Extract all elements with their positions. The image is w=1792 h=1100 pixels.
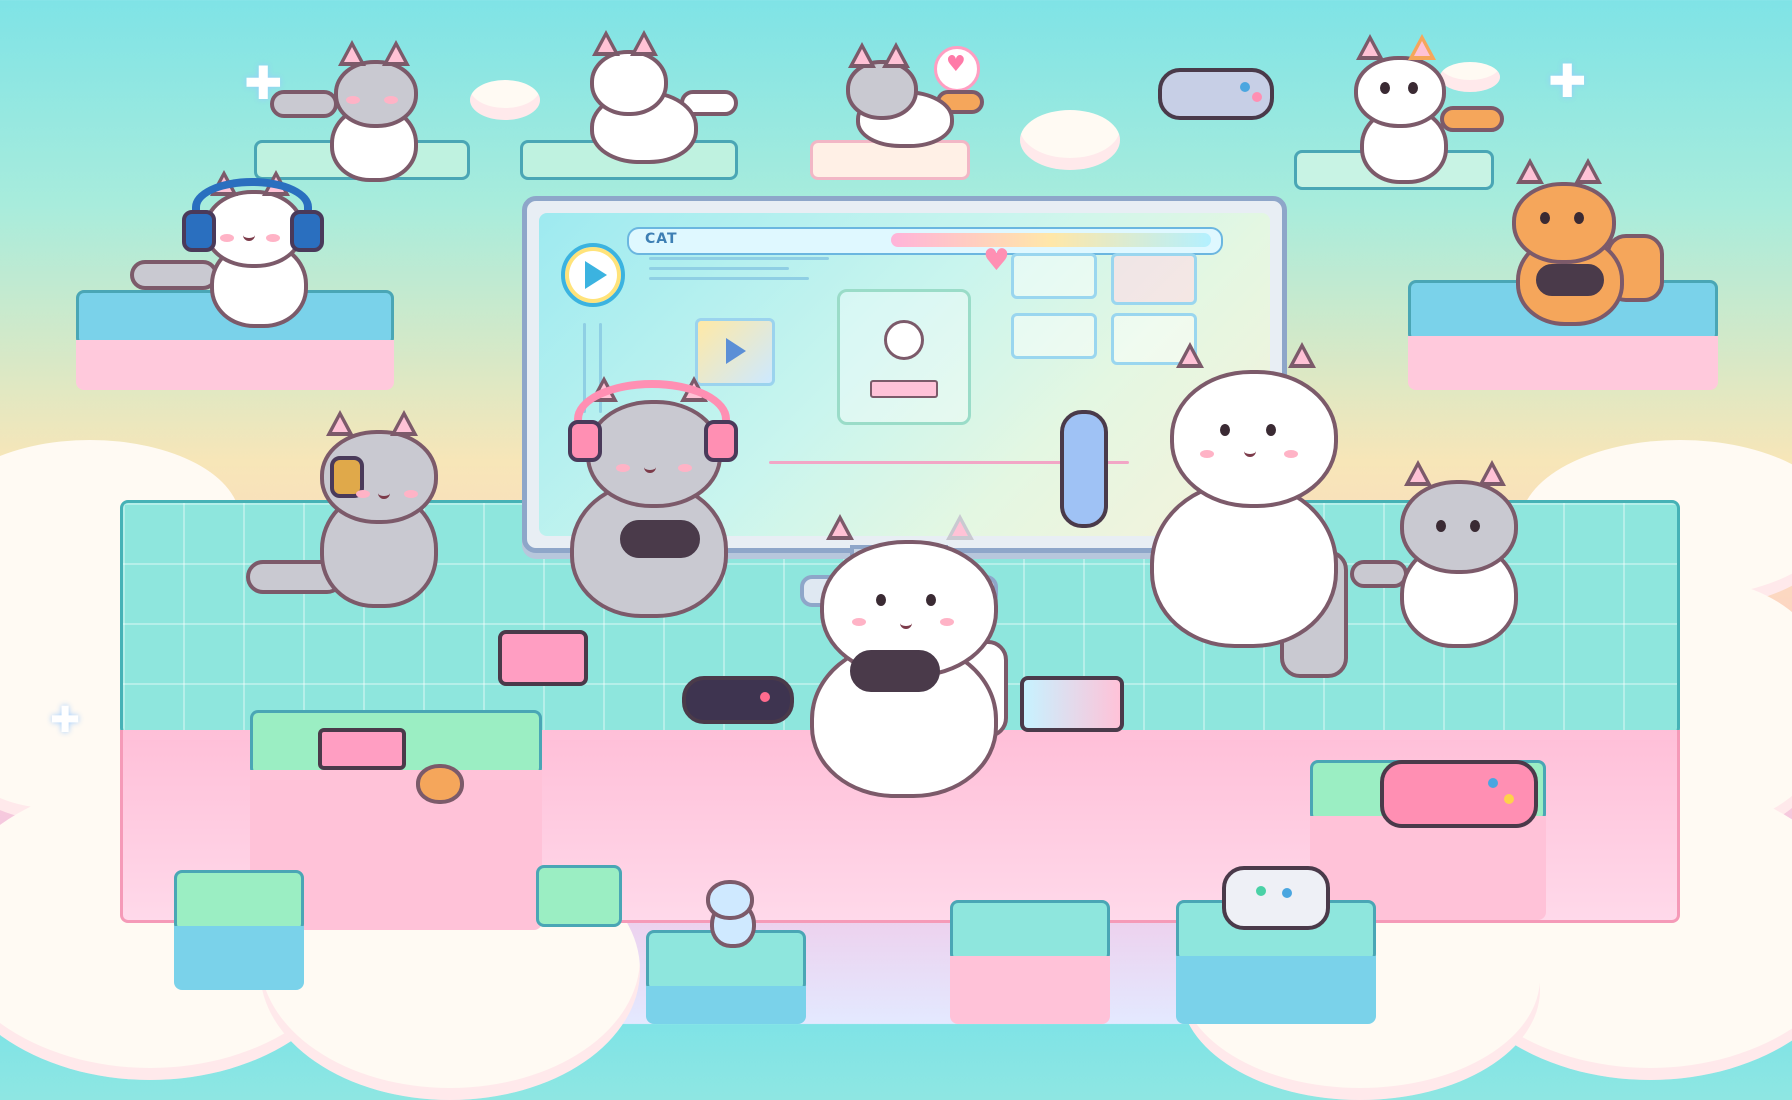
cat-orange-gaming	[1486, 158, 1664, 326]
cat-headphones-blue	[130, 170, 330, 330]
cat-tiny-orange	[416, 754, 466, 804]
cat-gaming-top	[836, 42, 984, 150]
controller-icon	[1158, 68, 1274, 120]
cat-holding-controller	[1060, 342, 1370, 680]
floating-platform	[536, 865, 622, 927]
handheld-console-icon	[498, 630, 588, 686]
cat-calico-sitting	[1330, 34, 1504, 184]
cat-center-gaming	[790, 514, 1030, 798]
cat-headphones-gold	[246, 410, 460, 610]
sparkle-icon: ✚	[1548, 54, 1587, 108]
floating-platform	[174, 870, 304, 990]
screen-titlebar: CAT	[627, 227, 1223, 255]
tablet-icon	[1020, 676, 1124, 732]
play-icon[interactable]	[561, 243, 625, 307]
heart-icon: ♥	[983, 243, 1010, 278]
cat-pink-headphones	[560, 376, 750, 620]
ui-widget[interactable]	[1011, 313, 1097, 359]
ui-widget[interactable]	[1011, 253, 1097, 299]
controller-icon	[1380, 760, 1538, 828]
titlebar-progress-bar	[891, 233, 1211, 247]
controller-icon	[682, 676, 794, 724]
cat-sitting-white	[570, 30, 738, 164]
cat-stretching	[270, 40, 440, 182]
cat-tabby-right	[1350, 460, 1540, 650]
floating-platform	[950, 900, 1110, 1024]
ui-widget[interactable]	[1111, 253, 1197, 305]
cat-preview-card[interactable]	[837, 289, 971, 425]
sparkle-icon: ✚	[50, 700, 81, 741]
controller-icon	[1222, 866, 1330, 930]
titlebar-label: CAT	[645, 231, 678, 247]
small-box-icon	[318, 728, 406, 770]
cat-small-bottom	[700, 880, 760, 950]
